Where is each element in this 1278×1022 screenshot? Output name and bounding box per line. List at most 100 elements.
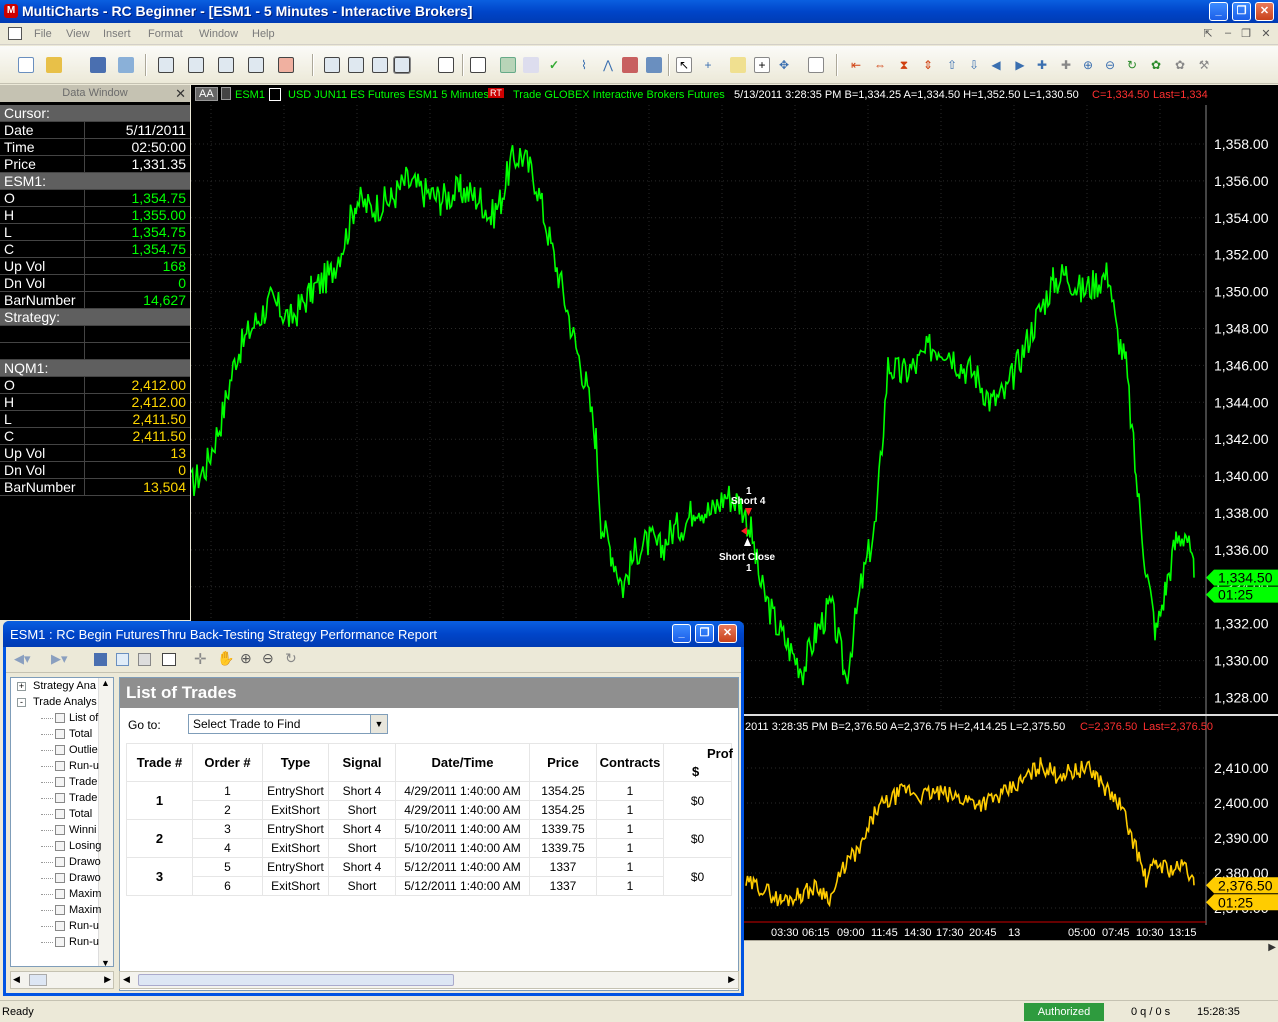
report-maximize-button[interactable]: ❐ — [695, 624, 714, 643]
report-zoom-out-icon[interactable]: ⊖ — [262, 650, 274, 667]
compress-icon[interactable]: ⇕ — [920, 57, 936, 73]
open-icon[interactable] — [46, 57, 62, 73]
menu-window[interactable]: Window — [199, 28, 238, 40]
forward-icon[interactable]: ▶▾ — [51, 651, 68, 667]
save-icon[interactable] — [90, 57, 106, 73]
ohlc-bar-icon[interactable] — [500, 57, 516, 73]
report-close-button[interactable]: ✕ — [718, 624, 737, 643]
scroll-right-icon[interactable]: ▶ — [1012, 57, 1028, 73]
workspace-icon[interactable] — [118, 57, 134, 73]
mdi-close-icon[interactable]: ✕ — [1258, 27, 1274, 41]
export-table-icon[interactable] — [162, 653, 176, 666]
expand-icon[interactable]: ✚ — [1034, 57, 1050, 73]
maximize-button[interactable]: ❐ — [1232, 2, 1251, 21]
tree-expander-icon[interactable]: + — [17, 682, 26, 691]
hand-icon[interactable]: ✋ — [217, 650, 234, 667]
menu-file[interactable]: File — [34, 28, 52, 40]
document-icon[interactable] — [8, 27, 22, 40]
order-bar-icon[interactable] — [248, 57, 264, 73]
close-button[interactable]: ✕ — [1255, 2, 1274, 21]
zoom-in-icon[interactable]: ⊕ — [1080, 57, 1096, 73]
tools-icon[interactable]: ⚒ — [1196, 57, 1212, 73]
tree-vertical-scrollbar[interactable]: ▲ ▼ — [98, 678, 113, 966]
scroll-left-end-icon[interactable]: ⇤ — [848, 57, 864, 73]
table-icon[interactable] — [470, 57, 486, 73]
tree-item[interactable]: Drawo — [69, 856, 101, 868]
scanner-icon[interactable] — [188, 57, 204, 73]
tree-item[interactable]: Winni — [69, 824, 97, 836]
cursor-arrow-icon[interactable]: ↖ — [676, 57, 692, 73]
report-horizontal-scrollbar[interactable]: ◀ ▶ — [119, 971, 739, 989]
report-minimize-button[interactable]: _ — [672, 624, 691, 643]
tree-item[interactable]: Trade — [69, 776, 97, 788]
zoom-out-icon[interactable]: ⊖ — [1102, 57, 1118, 73]
data-window-close-icon[interactable]: ✕ — [175, 85, 186, 102]
scroll-down-icon[interactable]: ⇩ — [966, 57, 982, 73]
line-chart-icon[interactable]: ⌇ — [576, 57, 592, 73]
dom-icon[interactable] — [218, 57, 234, 73]
report-navigation-tree[interactable]: ▲ ▼ + Strategy Ana - Trade Analys List of Tot… — [10, 677, 114, 967]
tree-scroll-left-icon[interactable]: ◀ — [13, 974, 20, 985]
scroll-left-icon[interactable]: ◀ — [988, 57, 1004, 73]
properties-icon[interactable] — [438, 57, 454, 73]
new-icon[interactable] — [18, 57, 34, 73]
tree-item[interactable]: Run-u — [69, 920, 99, 932]
tree-scroll-down-icon[interactable]: ▼ — [101, 958, 110, 966]
tree-item[interactable]: Drawo — [69, 872, 101, 884]
tree-horizontal-scrollbar[interactable]: ◀ ▶ — [10, 971, 114, 989]
refresh-icon[interactable]: ↻ — [1124, 57, 1140, 73]
tree-item[interactable]: Trade — [69, 792, 97, 804]
move-icon[interactable]: ✥ — [776, 57, 792, 73]
mdi-maximize-icon[interactable]: ❐ — [1238, 27, 1254, 41]
report-save-icon[interactable] — [94, 653, 107, 666]
scroll-both-icon[interactable]: ⇔ — [872, 57, 888, 73]
tree-item[interactable]: Strategy Ana — [33, 680, 96, 692]
chart-horizontal-scrollbar[interactable]: ▶ — [744, 940, 1278, 957]
text-note-icon[interactable] — [730, 57, 746, 73]
report-scroll-thumb[interactable] — [138, 974, 454, 986]
report-refresh-icon[interactable]: ↻ — [285, 650, 297, 667]
scroll-right-arrow-icon[interactable]: ▶ — [1268, 942, 1276, 953]
insert-signal-icon[interactable] — [372, 57, 388, 73]
tree-item[interactable]: Outlie — [69, 744, 98, 756]
record-icon[interactable] — [278, 57, 294, 73]
tree-item[interactable]: List of — [69, 712, 98, 724]
scroll-up-icon[interactable]: ⇧ — [944, 57, 960, 73]
mdi-minimize-icon[interactable]: – — [1220, 27, 1236, 41]
minimize-button[interactable]: _ — [1209, 2, 1228, 21]
mdi-restore-icon[interactable]: ⇱ — [1200, 27, 1216, 41]
tree-item[interactable]: Maxim — [69, 888, 101, 900]
contract-icon[interactable]: ✚ — [1058, 57, 1074, 73]
tree-item[interactable]: Trade Analys — [33, 696, 97, 708]
chart-window-icon[interactable] — [158, 57, 174, 73]
crosshair-icon[interactable]: + — [700, 57, 716, 73]
print-icon[interactable] — [138, 653, 151, 666]
menu-insert[interactable]: Insert — [103, 28, 131, 40]
back-icon[interactable]: ◀▾ — [14, 651, 31, 667]
settings-icon[interactable]: ✿ — [1172, 57, 1188, 73]
report-scroll-right-icon[interactable]: ▶ — [728, 974, 735, 985]
menu-format[interactable]: Format — [148, 28, 183, 40]
insert-drawing-icon[interactable] — [348, 57, 364, 73]
tree-expander-icon[interactable]: - — [17, 698, 26, 707]
tree-scroll-right-icon[interactable]: ▶ — [104, 974, 111, 985]
tree-scroll-thumb[interactable] — [29, 974, 47, 986]
zigzag-icon[interactable]: ⋀ — [600, 57, 616, 73]
menu-view[interactable]: View — [66, 28, 90, 40]
hourglass-icon[interactable]: ⧗ — [896, 57, 912, 73]
report-crosshair-icon[interactable]: ✛ — [194, 650, 207, 668]
report-scroll-left-icon[interactable]: ◀ — [123, 974, 130, 985]
tree-item[interactable]: Run-u — [69, 936, 99, 948]
report-zoom-in-icon[interactable]: ⊕ — [240, 650, 252, 667]
tree-item[interactable]: Total — [69, 728, 92, 740]
print-preview-icon[interactable] — [116, 653, 129, 666]
panel-icon[interactable] — [808, 57, 824, 73]
chevron-down-icon[interactable]: ▼ — [370, 715, 387, 733]
point-figure-icon[interactable] — [622, 57, 638, 73]
tree-item[interactable]: Losing — [69, 840, 101, 852]
tree-item[interactable]: Total — [69, 808, 92, 820]
reload-icon[interactable]: ✿ — [1148, 57, 1164, 73]
goto-trade-select[interactable]: Select Trade to Find ▼ — [188, 714, 388, 734]
format-icon[interactable] — [393, 56, 411, 74]
check-icon[interactable]: ✓ — [546, 57, 562, 73]
